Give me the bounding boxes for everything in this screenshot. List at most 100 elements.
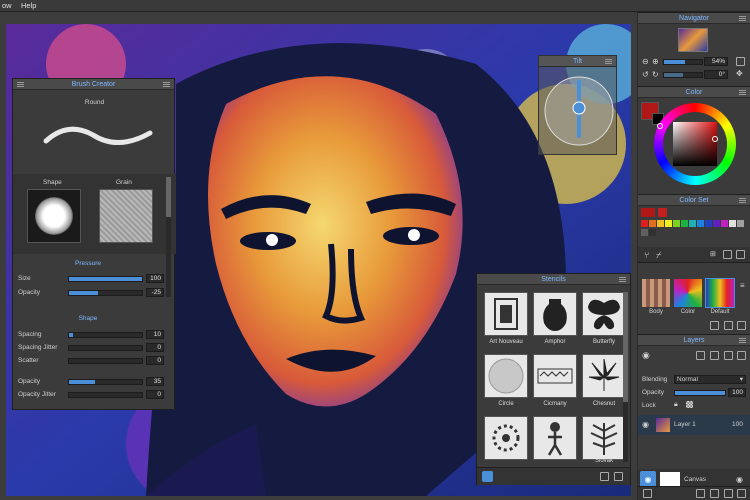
rotate-right-icon[interactable]: ↻ bbox=[652, 70, 659, 79]
shape-thumbnail[interactable] bbox=[27, 189, 81, 243]
add-stencil-icon[interactable] bbox=[600, 472, 609, 481]
reset-view-icon[interactable]: ✥ bbox=[736, 69, 743, 78]
rotation-value[interactable]: 0° bbox=[704, 70, 728, 79]
scatter-slider[interactable] bbox=[68, 358, 143, 364]
preset-menu-icon[interactable]: ≡ bbox=[740, 281, 745, 290]
add-color-icon[interactable] bbox=[723, 250, 732, 259]
color-swatch[interactable] bbox=[649, 229, 656, 236]
delete-preset-icon[interactable] bbox=[737, 321, 746, 330]
panel-menu-icon[interactable] bbox=[739, 198, 746, 199]
delete-color-icon[interactable] bbox=[736, 250, 745, 259]
brush-creator-header[interactable]: Brush Creator bbox=[13, 79, 174, 90]
stencils-header[interactable]: Stencils bbox=[477, 274, 630, 285]
add-layer-icon[interactable] bbox=[696, 489, 705, 498]
duplicate-layer-icon[interactable] bbox=[710, 489, 719, 498]
merge-layer-icon[interactable] bbox=[724, 489, 733, 498]
opacity-jitter-slider[interactable] bbox=[68, 392, 143, 398]
hue-picker[interactable] bbox=[657, 123, 663, 129]
menu-help[interactable]: Help bbox=[21, 1, 36, 10]
color-swatch[interactable] bbox=[689, 220, 696, 227]
menu-window[interactable]: ow bbox=[2, 1, 12, 10]
panel-menu-icon[interactable] bbox=[619, 277, 626, 278]
layer-visibility-toggle-icon[interactable]: ◉ bbox=[642, 350, 650, 361]
layers-header[interactable]: Layers bbox=[638, 335, 750, 346]
stencil-butterfly[interactable] bbox=[582, 292, 626, 336]
add-preset-icon[interactable] bbox=[710, 321, 719, 330]
color-swatch[interactable] bbox=[665, 220, 672, 227]
color-header[interactable]: Color bbox=[638, 87, 750, 98]
brush-tool-icon[interactable]: ⑂ bbox=[644, 250, 649, 260]
layer-effects-icon[interactable] bbox=[724, 351, 733, 360]
stencils-scrollbar[interactable] bbox=[623, 292, 628, 462]
spacing-jitter-value[interactable]: 0 bbox=[146, 343, 164, 352]
hue-wheel[interactable] bbox=[654, 103, 736, 185]
color-picker[interactable] bbox=[712, 136, 718, 142]
color-set-swatch[interactable] bbox=[658, 208, 667, 217]
layer-row[interactable]: ◉ Layer 1 100 bbox=[638, 415, 750, 435]
stencil-circle[interactable] bbox=[484, 354, 528, 398]
layer-opacity-value[interactable]: 100 bbox=[728, 388, 746, 397]
zoom-in-icon[interactable]: ⊕ bbox=[652, 57, 659, 66]
lock-transparency-icon[interactable] bbox=[686, 401, 693, 408]
layer-opacity-slider[interactable] bbox=[674, 390, 726, 396]
color-swatch[interactable] bbox=[697, 220, 704, 227]
shape-opacity-slider[interactable] bbox=[68, 379, 143, 385]
stencil-cicmany[interactable] bbox=[533, 354, 577, 398]
delete-layer-icon[interactable] bbox=[643, 489, 652, 498]
panel-menu-icon[interactable] bbox=[739, 16, 746, 17]
brush-scrollbar[interactable] bbox=[166, 177, 171, 297]
color-swatch[interactable] bbox=[721, 220, 728, 227]
stencil-amphor[interactable] bbox=[533, 292, 577, 336]
pressure-size-value[interactable]: 100 bbox=[146, 274, 164, 283]
stencil-slovak[interactable] bbox=[582, 416, 626, 460]
spacing-slider[interactable] bbox=[68, 332, 143, 338]
opacity-jitter-value[interactable]: 0 bbox=[146, 390, 164, 399]
delete-stencil-icon[interactable] bbox=[614, 472, 623, 481]
spacing-value[interactable]: 10 bbox=[146, 330, 164, 339]
preset-body[interactable] bbox=[642, 279, 670, 307]
navigator-thumbnail[interactable] bbox=[678, 28, 708, 52]
stencil-floral[interactable] bbox=[484, 416, 528, 460]
lock-icon[interactable]: 🔒︎ bbox=[674, 401, 678, 409]
zoom-value[interactable]: 54% bbox=[704, 57, 728, 66]
new-layer-icon[interactable] bbox=[696, 351, 705, 360]
panel-menu-icon[interactable] bbox=[605, 59, 612, 60]
preset-color[interactable] bbox=[674, 279, 702, 307]
color-swatch[interactable] bbox=[729, 220, 736, 227]
spacing-jitter-slider[interactable] bbox=[68, 345, 143, 351]
zoom-slider[interactable] bbox=[663, 59, 703, 65]
panel-menu-icon[interactable] bbox=[739, 338, 746, 339]
color-swatch[interactable] bbox=[737, 220, 744, 227]
pressure-opacity-value[interactable]: -25 bbox=[146, 288, 164, 297]
color-swatch[interactable] bbox=[649, 220, 656, 227]
color-swatch[interactable] bbox=[657, 220, 664, 227]
eye-icon[interactable]: ◉ bbox=[642, 420, 649, 429]
tilt-dial[interactable] bbox=[543, 70, 615, 152]
navigator-header[interactable]: Navigator bbox=[638, 13, 750, 24]
panel-menu-icon[interactable] bbox=[739, 90, 746, 91]
rotate-left-icon[interactable]: ↺ bbox=[642, 70, 649, 79]
preset-default[interactable] bbox=[705, 278, 735, 308]
duplicate-preset-icon[interactable] bbox=[724, 321, 733, 330]
shape-opacity-value[interactable]: 35 bbox=[146, 377, 164, 386]
eyedropper-icon[interactable]: ⌿ bbox=[656, 250, 661, 261]
panel-grip-icon[interactable] bbox=[17, 82, 24, 83]
blending-dropdown[interactable]: Normal ▾ bbox=[674, 375, 746, 384]
zoom-out-icon[interactable]: ⊖ bbox=[642, 57, 649, 66]
panel-menu-icon[interactable] bbox=[163, 82, 170, 83]
color-set-header[interactable]: Color Set bbox=[638, 195, 750, 206]
fit-screen-icon[interactable] bbox=[736, 57, 745, 66]
stencil-art-nouveau[interactable] bbox=[484, 292, 528, 336]
stencil-figure[interactable] bbox=[533, 416, 577, 460]
color-set-swatch[interactable] bbox=[641, 208, 655, 217]
canvas-settings-icon[interactable]: ◉ bbox=[736, 475, 743, 484]
saturation-square[interactable] bbox=[673, 122, 717, 166]
stencil-chesnut[interactable] bbox=[582, 354, 626, 398]
color-grid-icon[interactable]: ⊞ bbox=[710, 250, 716, 258]
color-swatch[interactable] bbox=[705, 220, 712, 227]
color-swatch[interactable] bbox=[681, 220, 688, 227]
color-swatch[interactable] bbox=[713, 220, 720, 227]
layer-group-icon[interactable] bbox=[710, 351, 719, 360]
trash-icon[interactable] bbox=[737, 489, 746, 498]
color-swatch[interactable] bbox=[641, 220, 648, 227]
